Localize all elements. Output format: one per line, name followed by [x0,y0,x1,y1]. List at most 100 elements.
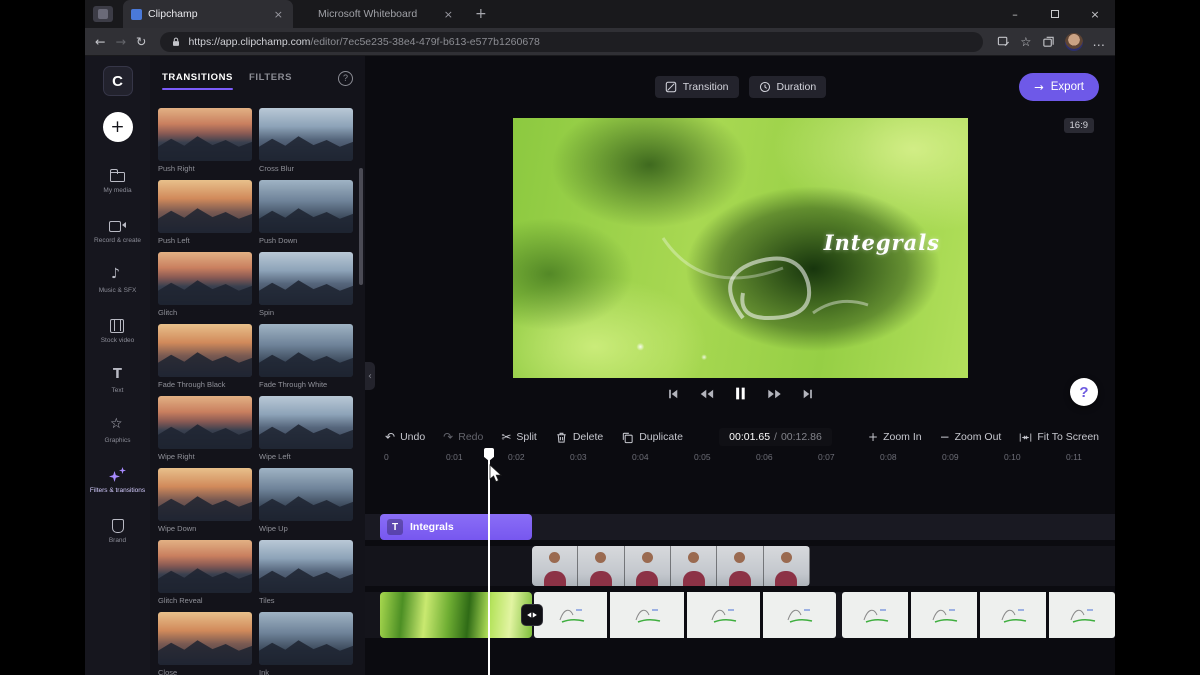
help-button[interactable]: ? [1070,378,1098,406]
fit-to-screen-button[interactable]: Fit To Screen [1019,431,1099,444]
transition-item[interactable]: Wipe Left [259,396,353,461]
transition-thumbnail[interactable] [259,540,353,593]
back-button[interactable]: ← [95,34,105,49]
forward-button[interactable]: → [115,34,125,49]
clipchamp-logo[interactable]: C [103,66,133,96]
aspect-ratio-badge[interactable]: 16:9 [1064,118,1095,133]
panel-collapse-button[interactable]: ‹ [365,362,375,390]
transition-item[interactable]: Push Left [158,180,252,245]
transition-item[interactable]: Cross Blur [259,108,353,173]
webcam-clip[interactable] [532,546,810,586]
maximize-button[interactable] [1035,0,1075,28]
zoom-out-button[interactable]: −Zoom Out [940,430,1002,444]
refresh-button[interactable]: ↻ [136,34,146,49]
video-preview[interactable]: Integrals [513,118,968,378]
text-clip[interactable]: T Integrals [380,514,532,540]
close-button[interactable]: × [1075,0,1115,28]
browser-tab[interactable]: Microsoft Whiteboard × [293,0,463,28]
transition-marker[interactable] [521,604,543,626]
ruler-tick-label: 0 [384,452,446,468]
transition-item[interactable]: Tiles [259,540,353,605]
settings-more-icon[interactable]: … [1093,34,1106,49]
zoom-in-button[interactable]: +Zoom In [868,430,922,444]
split-button[interactable]: ✂Split [501,430,537,444]
sidebar-item[interactable]: Text [85,356,150,406]
whiteboard-clip-2[interactable] [842,592,1115,638]
duration-button[interactable]: Duration [749,76,827,98]
address-bar[interactable]: https://app.clipchamp.com/editor/7ec5e23… [160,32,983,52]
skip-start-button[interactable] [667,388,679,400]
transition-thumbnail[interactable] [259,180,353,233]
profile-avatar[interactable] [1065,33,1083,51]
delete-button[interactable]: Delete [555,431,603,444]
transition-thumbnail[interactable] [259,612,353,665]
transition-thumbnail[interactable] [259,324,353,377]
sidebar-item[interactable]: Music & SFX [85,256,150,306]
sidebar-item-icon [109,267,126,284]
panel-help-icon[interactable]: ? [338,71,353,86]
collections-icon[interactable] [1042,35,1055,48]
url-host: https://app.clipchamp.com [188,36,310,48]
fast-forward-button[interactable] [767,388,782,400]
minimize-button[interactable]: – [995,0,1035,28]
site-lock-icon[interactable] [170,36,182,48]
transition-thumbnail[interactable] [259,468,353,521]
transition-thumbnail[interactable] [158,108,252,161]
transition-item[interactable]: Fade Through Black [158,324,252,389]
tab-close-icon[interactable]: × [272,8,285,21]
transition-thumbnail[interactable] [158,252,252,305]
sidebar-item[interactable]: Filters & transitions [85,456,150,506]
panel-scrollbar[interactable] [359,168,363,285]
transition-settings-button[interactable]: Transition [655,76,739,98]
duplicate-button[interactable]: Duplicate [621,431,683,444]
sidebar-item[interactable]: Record & create [85,206,150,256]
transition-thumbnail[interactable] [158,468,252,521]
transition-item[interactable]: Ink [259,612,353,675]
transition-item[interactable]: Spin [259,252,353,317]
sidebar-item[interactable]: My media [85,156,150,206]
sidebar-item-icon [109,367,126,384]
add-media-button[interactable]: + [103,112,133,142]
transition-label: Wipe Up [259,524,353,533]
transition-thumbnail[interactable] [259,252,353,305]
workspace-icon[interactable] [93,6,113,22]
transition-item[interactable]: Wipe Down [158,468,252,533]
webcam-frame [532,546,578,586]
pause-button[interactable] [734,386,747,401]
transition-thumbnail[interactable] [158,324,252,377]
transition-item[interactable]: Push Right [158,108,252,173]
panel-tab[interactable]: TRANSITIONS [162,72,233,85]
transition-item[interactable]: Wipe Up [259,468,353,533]
transition-item[interactable]: Wipe Right [158,396,252,461]
transition-thumbnail[interactable] [158,540,252,593]
transition-thumbnail[interactable] [259,396,353,449]
sidebar-item[interactable]: Brand [85,506,150,556]
transition-item[interactable]: Glitch [158,252,252,317]
whiteboard-frame [911,592,980,638]
transition-thumbnail[interactable] [158,396,252,449]
browser-tab[interactable]: Clipchamp × [123,0,293,28]
transition-thumbnail[interactable] [259,108,353,161]
rewind-button[interactable] [699,388,714,400]
transition-item[interactable]: Fade Through White [259,324,353,389]
whiteboard-clip-1[interactable] [534,592,836,638]
integrals-video-clip[interactable] [380,592,532,638]
web-capture-icon[interactable] [997,35,1010,48]
panel-tab[interactable]: FILTERS [249,72,292,85]
tab-close-icon[interactable]: × [442,8,455,21]
redo-button[interactable]: ↷Redo [443,430,483,444]
transition-thumbnail[interactable] [158,612,252,665]
sidebar-item[interactable]: Graphics [85,406,150,456]
transition-item[interactable]: Close [158,612,252,675]
skip-end-button[interactable] [802,388,814,400]
transition-item[interactable]: Glitch Reveal [158,540,252,605]
favorites-icon[interactable]: ☆ [1020,34,1031,49]
undo-button[interactable]: ↶Undo [385,430,425,444]
export-button[interactable]: → Export [1019,73,1099,101]
transition-item[interactable]: Push Down [259,180,353,245]
new-tab-button[interactable]: + [475,6,487,22]
minus-icon: − [940,430,950,444]
zoom-in-label: Zoom In [883,431,922,443]
transition-thumbnail[interactable] [158,180,252,233]
sidebar-item[interactable]: Stock video [85,306,150,356]
